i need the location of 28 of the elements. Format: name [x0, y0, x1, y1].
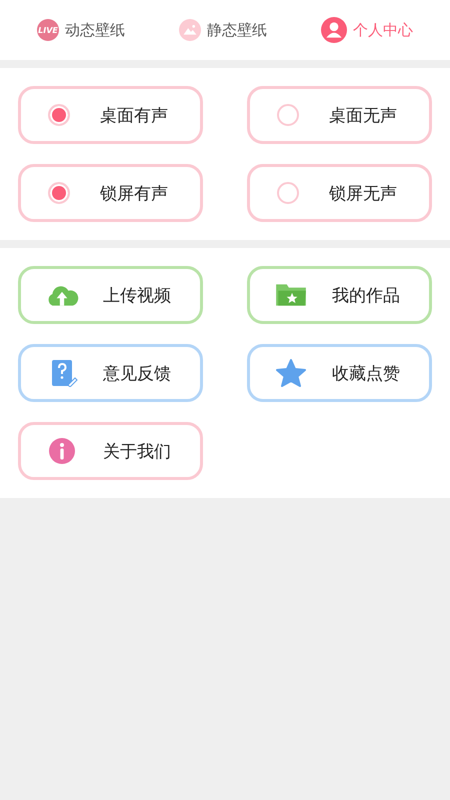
sound-option[interactable]: 锁屏有声: [18, 164, 203, 222]
menu-button[interactable]: 上传视频: [18, 266, 203, 324]
star-icon: [274, 359, 308, 387]
option-label: 桌面有声: [100, 104, 168, 126]
radio-button[interactable]: [277, 182, 299, 204]
sound-option[interactable]: 锁屏无声: [247, 164, 432, 222]
option-label: 锁屏有声: [100, 182, 168, 204]
sound-option[interactable]: 桌面有声: [18, 86, 203, 144]
image-icon: [179, 19, 201, 41]
menu-button[interactable]: 收藏点赞: [247, 344, 432, 402]
menu-label: 收藏点赞: [332, 362, 400, 384]
option-label: 桌面无声: [329, 104, 397, 126]
live-icon: LIVE: [37, 19, 59, 41]
radio-button[interactable]: [48, 104, 70, 126]
menu-button[interactable]: 关于我们: [18, 422, 203, 480]
menu-button[interactable]: 我的作品: [247, 266, 432, 324]
radio-button[interactable]: [48, 182, 70, 204]
menu-label: 意见反馈: [103, 362, 171, 384]
menu-label: 我的作品: [332, 284, 400, 306]
menu-label: 上传视频: [103, 284, 171, 306]
nav-tab[interactable]: 静态壁纸: [179, 19, 267, 41]
radio-button[interactable]: [277, 104, 299, 126]
menu-label: 关于我们: [103, 440, 171, 462]
menu-button[interactable]: 意见反馈: [18, 344, 203, 402]
option-label: 锁屏无声: [329, 182, 397, 204]
nav-tab[interactable]: LIVE 动态壁纸: [37, 19, 125, 41]
user-icon: [321, 17, 347, 43]
sound-option[interactable]: 桌面无声: [247, 86, 432, 144]
